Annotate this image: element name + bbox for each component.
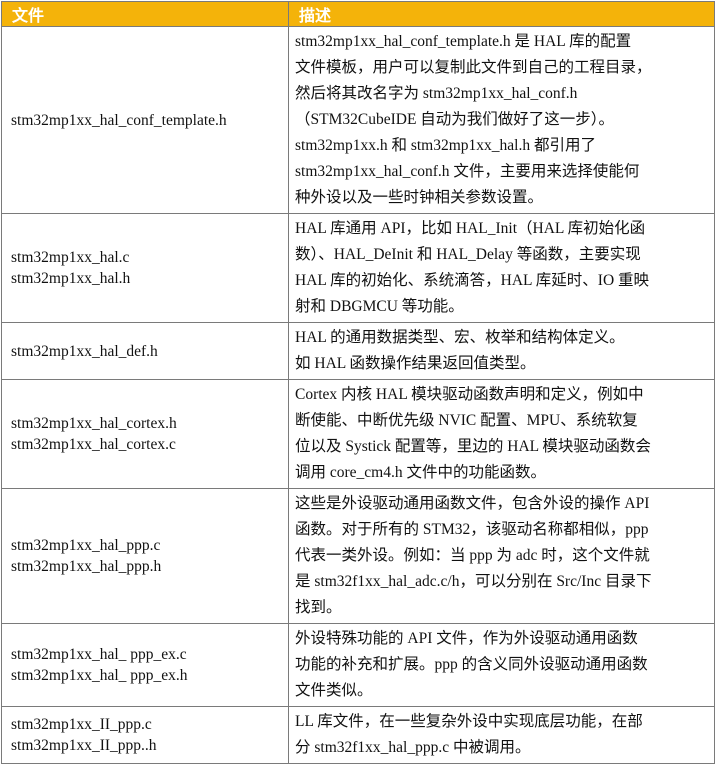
file-description-table: 文件 描述 stm32mp1xx_hal_conf_template.h stm… xyxy=(1,1,715,764)
desc-line: 数）、HAL_DeInit 和 HAL_Delay 等函数，主要实现 xyxy=(295,246,641,263)
desc-line: HAL 库的初始化、系统滴答，HAL 库延时、IO 重映 xyxy=(295,272,650,289)
file-name: stm32mp1xx_hal_ppp.h xyxy=(11,558,162,575)
file-name: stm32mp1xx_II_ppp..h xyxy=(11,737,157,754)
desc-line: stm32mp1xx_hal_conf.h 文件，主要用来选择使能何 xyxy=(295,163,640,180)
header-file: 文件 xyxy=(1,1,289,27)
desc-line: 射和 DBGMCU 等功能。 xyxy=(295,298,464,315)
desc-cell: HAL 库通用 API，比如 HAL_Init（HAL 库初始化函 数）、HAL… xyxy=(288,213,715,323)
table-row: stm32mp1xx_II_ppp.c stm32mp1xx_II_ppp..h… xyxy=(1,706,715,764)
file-name: stm32mp1xx_II_ppp.c xyxy=(11,716,152,733)
desc-line: 是 stm32f1xx_hal_adc.c/h，可以分别在 Src/Inc 目录… xyxy=(295,573,652,590)
desc-line: （STM32CubeIDE 自动为我们做好了这一步）。 xyxy=(295,111,615,128)
file-cell: stm32mp1xx_hal_conf_template.h xyxy=(1,26,289,214)
desc-line: 函数。对于所有的 STM32，该驱动名称都相似，ppp xyxy=(295,521,649,538)
file-name: stm32mp1xx_hal.c xyxy=(11,249,130,266)
desc-line: 断使能、中断优先级 NVIC 配置、MPU、系统软复 xyxy=(295,412,638,429)
desc-line: 文件类似。 xyxy=(295,682,373,699)
file-name: stm32mp1xx_hal_cortex.h xyxy=(11,415,177,432)
file-name: stm32mp1xx_hal_ppp.c xyxy=(11,537,161,554)
desc-line: 功能的补充和扩展。ppp 的含义同外设驱动通用函数 xyxy=(295,656,648,673)
desc-line: 代表一类外设。例如：当 ppp 为 adc 时，这个文件就 xyxy=(295,547,650,564)
header-row: 文件 描述 xyxy=(1,1,715,27)
table-row: stm32mp1xx_hal_def.h HAL 的通用数据类型、宏、枚举和结构… xyxy=(1,322,715,380)
file-cell: stm32mp1xx_II_ppp.c stm32mp1xx_II_ppp..h xyxy=(1,706,289,764)
file-name: stm32mp1xx_hal_ ppp_ex.h xyxy=(11,667,188,684)
table-row: stm32mp1xx_hal_cortex.h stm32mp1xx_hal_c… xyxy=(1,379,715,489)
desc-cell: LL 库文件，在一些复杂外设中实现底层功能，在部 分 stm32f1xx_hal… xyxy=(288,706,715,764)
desc-line: 然后将其改名字为 stm32mp1xx_hal_conf.h xyxy=(295,85,578,102)
file-name: stm32mp1xx_hal_cortex.c xyxy=(11,436,176,453)
table-row: stm32mp1xx_hal_ppp.c stm32mp1xx_hal_ppp.… xyxy=(1,488,715,624)
file-cell: stm32mp1xx_hal_cortex.h stm32mp1xx_hal_c… xyxy=(1,379,289,489)
desc-line: 文件模板，用户可以复制此文件到自己的工程目录， xyxy=(295,59,652,76)
desc-line: 分 stm32f1xx_hal_ppp.c 中被调用。 xyxy=(295,739,531,756)
desc-cell: 这些是外设驱动通用函数文件，包含外设的操作 API 函数。对于所有的 STM32… xyxy=(288,488,715,624)
table-row: stm32mp1xx_hal_ ppp_ex.c stm32mp1xx_hal_… xyxy=(1,623,715,707)
desc-line: 外设特殊功能的 API 文件，作为外设驱动通用函数 xyxy=(295,630,638,647)
desc-line: HAL 库通用 API，比如 HAL_Init（HAL 库初始化函 xyxy=(295,220,646,237)
file-cell: stm32mp1xx_hal_def.h xyxy=(1,322,289,380)
desc-line: 位以及 Systick 配置等，里边的 HAL 模块驱动函数会 xyxy=(295,438,651,455)
desc-line: HAL 的通用数据类型、宏、枚举和结构体定义。 xyxy=(295,329,625,346)
file-cell: stm32mp1xx_hal.c stm32mp1xx_hal.h xyxy=(1,213,289,323)
desc-line: LL 库文件，在一些复杂外设中实现底层功能，在部 xyxy=(295,713,643,730)
file-name: stm32mp1xx_hal.h xyxy=(11,270,131,287)
table-row: stm32mp1xx_hal.c stm32mp1xx_hal.h HAL 库通… xyxy=(1,213,715,323)
desc-line: Cortex 内核 HAL 模块驱动函数声明和定义，例如中 xyxy=(295,386,644,403)
desc-cell: stm32mp1xx_hal_conf_template.h 是 HAL 库的配… xyxy=(288,26,715,214)
file-cell: stm32mp1xx_hal_ ppp_ex.c stm32mp1xx_hal_… xyxy=(1,623,289,707)
file-name: stm32mp1xx_hal_conf_template.h xyxy=(11,111,227,129)
desc-line: stm32mp1xx.h 和 stm32mp1xx_hal.h 都引用了 xyxy=(295,137,596,154)
desc-line: 如 HAL 函数操作结果返回值类型。 xyxy=(295,355,536,372)
file-name: stm32mp1xx_hal_def.h xyxy=(11,342,158,360)
file-cell: stm32mp1xx_hal_ppp.c stm32mp1xx_hal_ppp.… xyxy=(1,488,289,624)
header-desc: 描述 xyxy=(288,1,715,27)
desc-line: stm32mp1xx_hal_conf_template.h 是 HAL 库的配… xyxy=(295,33,632,50)
table-row: stm32mp1xx_hal_conf_template.h stm32mp1x… xyxy=(1,26,715,214)
desc-line: 调用 core_cm4.h 文件中的功能函数。 xyxy=(295,464,546,481)
file-name: stm32mp1xx_hal_ ppp_ex.c xyxy=(11,646,187,663)
desc-cell: Cortex 内核 HAL 模块驱动函数声明和定义，例如中 断使能、中断优先级 … xyxy=(288,379,715,489)
desc-cell: HAL 的通用数据类型、宏、枚举和结构体定义。 如 HAL 函数操作结果返回值类… xyxy=(288,322,715,380)
desc-line: 这些是外设驱动通用函数文件，包含外设的操作 API xyxy=(295,495,650,512)
desc-line: 种外设以及一些时钟相关参数设置。 xyxy=(295,189,544,206)
desc-cell: 外设特殊功能的 API 文件，作为外设驱动通用函数 功能的补充和扩展。ppp 的… xyxy=(288,623,715,707)
desc-line: 找到。 xyxy=(295,599,342,616)
